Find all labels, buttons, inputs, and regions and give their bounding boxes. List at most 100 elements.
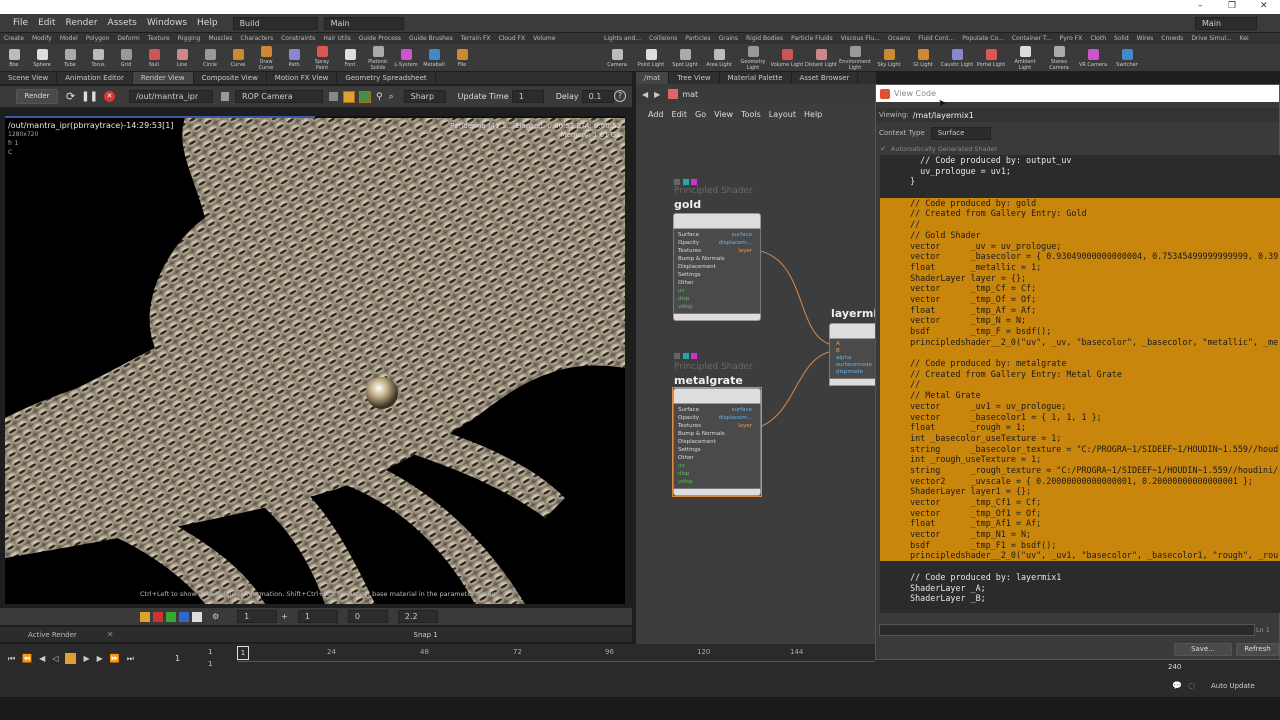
input-port[interactable]: uv xyxy=(674,287,760,295)
desktop-dropdown[interactable]: Build xyxy=(232,16,318,30)
shelf-tab[interactable]: Model xyxy=(56,33,82,44)
metalgrate-node-header[interactable] xyxy=(673,388,761,404)
shelf-tab[interactable]: Container T... xyxy=(1008,33,1056,44)
shelf-tool-volume-light[interactable]: Volume Light xyxy=(770,47,804,68)
layermix-node-header[interactable] xyxy=(829,323,876,339)
gamma-field[interactable]: 2.2 xyxy=(397,610,438,623)
shelf-tool-l-system[interactable]: L-System xyxy=(392,47,420,68)
layermix-input-port[interactable]: B xyxy=(830,348,875,355)
node-parm-folder[interactable]: Bump & Normals xyxy=(674,255,760,263)
view-field-1[interactable]: 1 xyxy=(237,610,278,623)
node-parm-folder[interactable]: Surface surface xyxy=(674,406,760,414)
node-parm-folder[interactable]: Other xyxy=(674,279,760,287)
right-context-dropdown[interactable]: Main xyxy=(1195,16,1257,30)
sharpness-dropdown[interactable]: Sharp xyxy=(403,90,446,103)
shelf-tool-spray-paint[interactable]: Spray Paint xyxy=(308,44,336,71)
gear-icon[interactable]: ⚙ xyxy=(212,612,219,621)
shelf-tool-environment-light[interactable]: Environment Light xyxy=(838,44,872,71)
shelf-tool-switcher[interactable]: Switcher xyxy=(1110,47,1144,68)
shelf-tool-tube[interactable]: Tube xyxy=(56,47,84,68)
shelf-tool-sky-light[interactable]: Sky Light xyxy=(872,47,906,68)
shelf-tab[interactable]: Particle Fluids xyxy=(787,33,837,44)
shelf-tool-font[interactable]: Font xyxy=(336,47,364,68)
shelf-tab[interactable]: Kei xyxy=(1236,33,1253,44)
pause-icon[interactable]: ❚❚ xyxy=(81,91,98,102)
viewing-path[interactable]: /mat/layermix1 xyxy=(913,111,974,120)
shelf-tool-caustic-light[interactable]: Caustic Light xyxy=(940,47,974,68)
render-viewport[interactable]: /out/mantra_ipr(pbrraytrace)-14:29:53[1]… xyxy=(5,118,625,604)
shelf-tab[interactable]: Crowds xyxy=(1157,33,1187,44)
input-port[interactable]: disp xyxy=(674,295,760,303)
refresh-button[interactable]: Refresh xyxy=(1236,643,1279,656)
output-port[interactable]: displacem... xyxy=(719,414,752,422)
node-parm-folder[interactable]: Bump & Normals xyxy=(674,430,760,438)
shelf-tab[interactable]: Texture xyxy=(144,33,174,44)
shelf-tab[interactable]: Grains xyxy=(715,33,742,44)
shelf-tool-stereo-camera[interactable]: Stereo Camera xyxy=(1042,44,1076,71)
shelf-tool-sphere[interactable]: Sphere xyxy=(28,47,56,68)
menu-assets[interactable]: Assets xyxy=(103,14,142,32)
check-icon[interactable]: ✔ xyxy=(880,145,886,153)
shelf-tool-null[interactable]: Null xyxy=(140,47,168,68)
shelf-tab[interactable]: Polygon xyxy=(82,33,114,44)
shelf-tab[interactable]: Terrain FX xyxy=(457,33,495,44)
metalgrate-node[interactable]: Surface surface Opacity displacem... Texture… xyxy=(672,387,762,497)
node-parm-folder[interactable]: Settings xyxy=(674,271,760,279)
node-parm-folder[interactable]: Other xyxy=(674,454,760,462)
code-editor[interactable]: // Code produced by: output_uv uv_prolog… xyxy=(880,155,1280,613)
shelf-tab[interactable]: Cloth xyxy=(1086,33,1110,44)
shelf-tab[interactable]: Populate Co... xyxy=(958,33,1007,44)
view-field-3[interactable]: 0 xyxy=(347,610,388,623)
material-flag-icon[interactable] xyxy=(691,353,698,359)
shelf-tab[interactable]: Rigid Bodies xyxy=(742,33,787,44)
shelf-tab[interactable]: Create xyxy=(0,33,28,44)
color-swatch-icon[interactable] xyxy=(140,611,150,622)
prev-key-icon[interactable]: ⏪ xyxy=(22,654,32,663)
output-port[interactable]: surface xyxy=(732,406,752,414)
gold-node[interactable]: Surface surface Opacity displacem... Texture… xyxy=(673,213,761,321)
shelf-tab[interactable]: Guide Process xyxy=(355,33,405,44)
shelf-tab[interactable]: Modify xyxy=(28,33,56,44)
shelf-tab[interactable]: Pyro FX xyxy=(1056,33,1087,44)
output-port[interactable]: surface xyxy=(732,231,752,239)
play-icon[interactable]: ▶ xyxy=(83,654,89,663)
reverse-play-icon[interactable]: ◁ xyxy=(52,654,58,663)
shelf-tab[interactable]: Viscous Flu... xyxy=(837,33,884,44)
node-parm-folder[interactable]: Opacity displacem... xyxy=(674,414,760,422)
output-port[interactable]: layer xyxy=(738,247,752,255)
node-parm-folder[interactable]: Settings xyxy=(674,446,760,454)
layermix-node-footer[interactable] xyxy=(829,379,876,386)
shelf-tool-area-light[interactable]: Area Light xyxy=(702,47,736,68)
shelf-tab[interactable]: Particles xyxy=(681,33,714,44)
shelf-tab[interactable]: Lights and... xyxy=(600,33,645,44)
layermix-input-port[interactable]: surfacemode xyxy=(830,362,875,369)
pane-tab[interactable]: Geometry Spreadsheet xyxy=(337,72,436,84)
shelf-tab[interactable]: Fluid Cont... xyxy=(914,33,958,44)
metalgrate-node-footer[interactable] xyxy=(673,489,761,496)
layermix-node[interactable]: A Balpha surfacemode dispmode xyxy=(829,323,876,386)
pane-tab[interactable]: Motion FX View xyxy=(267,72,338,84)
lock-icon[interactable] xyxy=(328,92,338,101)
lock-flag-icon[interactable] xyxy=(674,179,680,185)
node-parm-folder[interactable]: Surface surface xyxy=(674,231,760,239)
shelf-tool-gi-light[interactable]: GI Light xyxy=(906,47,940,68)
node-parm-folder[interactable]: Displacement xyxy=(674,438,760,446)
shelf-tool-path[interactable]: Path xyxy=(280,47,308,68)
shelf-tool-spot-light[interactable]: Spot Light xyxy=(668,47,702,68)
delay-field[interactable]: 0.1 xyxy=(581,90,614,103)
shelf-tool-geometry-light[interactable]: Geometry Light xyxy=(736,44,770,71)
shelf-tab[interactable]: Solid xyxy=(1110,33,1133,44)
shelf-tool-torus[interactable]: Torus xyxy=(84,47,112,68)
shelf-tab[interactable]: Constraints xyxy=(277,33,319,44)
shelf-tab[interactable]: Volume xyxy=(529,33,559,44)
shelf-tool-file[interactable]: File xyxy=(448,47,476,68)
zoom-icon[interactable]: ⌕ xyxy=(389,92,394,102)
help-icon[interactable]: ? xyxy=(614,90,626,102)
shelf-tool-box[interactable]: Box xyxy=(0,47,28,68)
shelf-tab[interactable]: Drive Simul... xyxy=(1187,33,1235,44)
shelf-tool-circle[interactable]: Circle xyxy=(196,47,224,68)
shelf-tool-camera[interactable]: Camera xyxy=(600,47,634,68)
camera-dropdown[interactable]: ROP Camera xyxy=(234,90,323,103)
input-port[interactable]: disp xyxy=(674,470,760,478)
shelf-tool-portal-light[interactable]: Portal Light xyxy=(974,47,1008,68)
